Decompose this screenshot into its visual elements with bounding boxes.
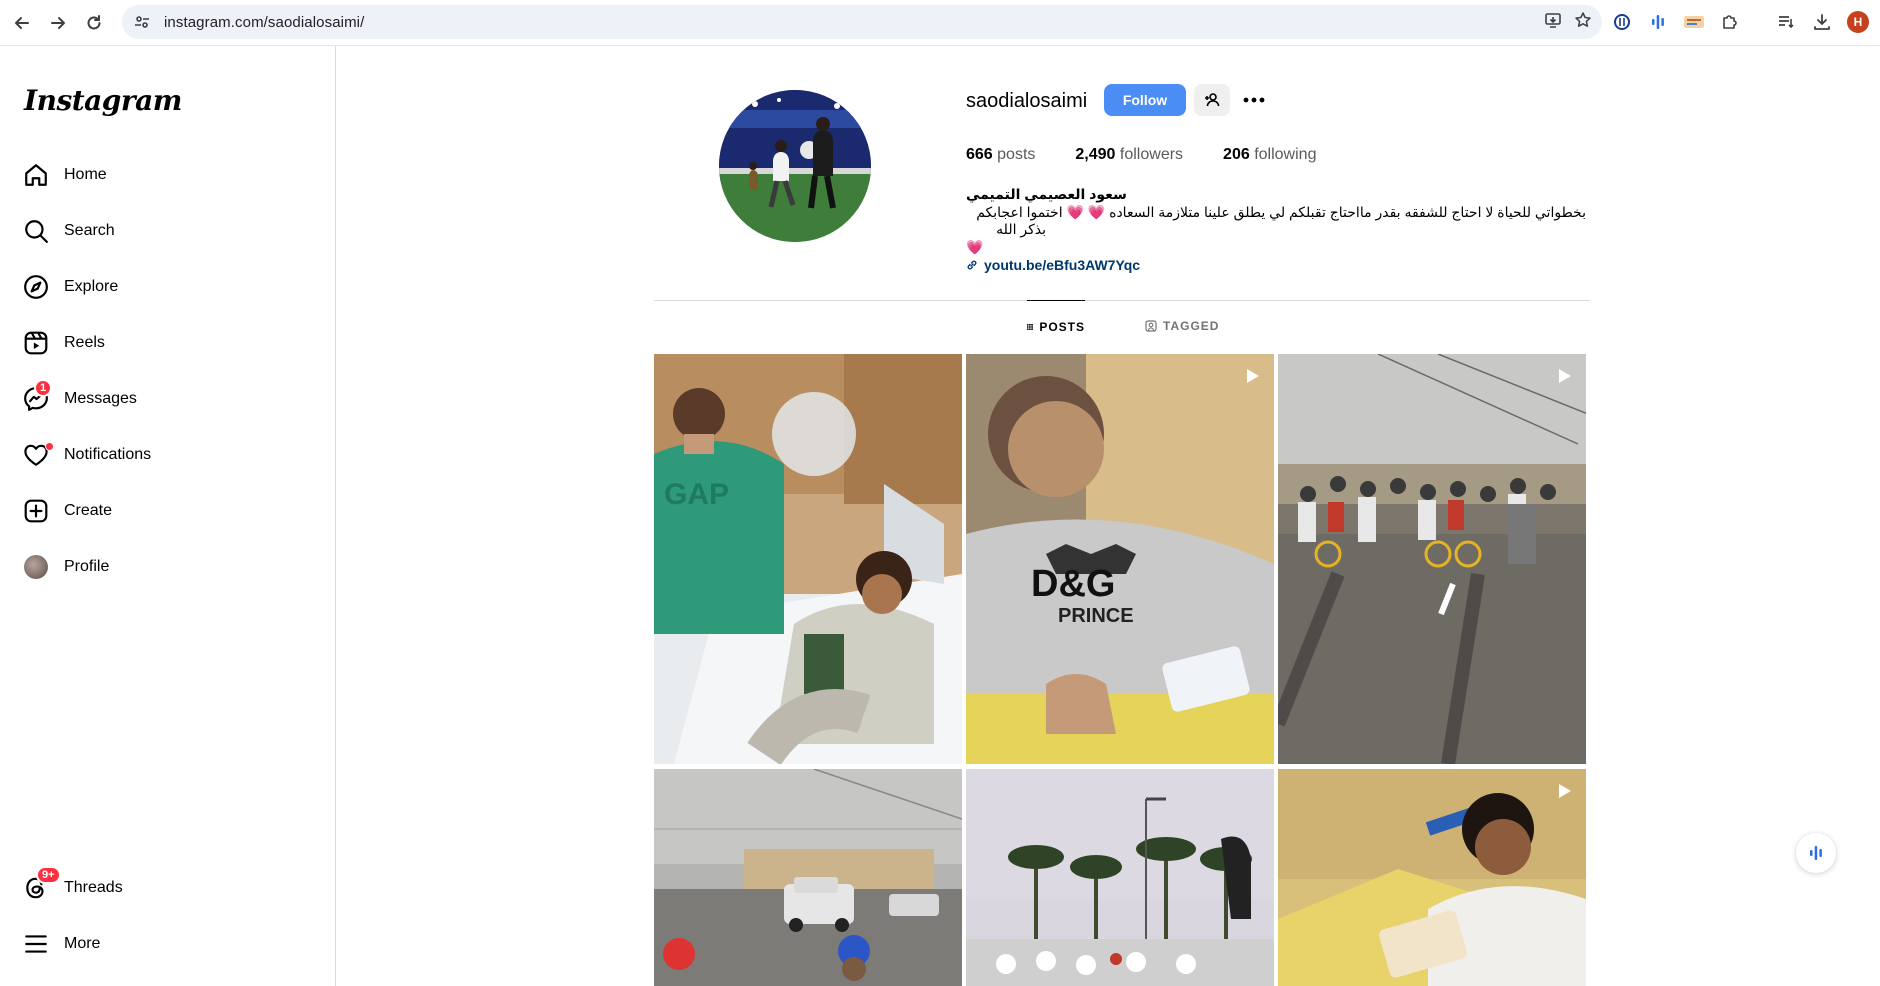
sidebar-item-label: Messages — [64, 390, 137, 407]
following-stat[interactable]: 206 following — [1223, 146, 1316, 164]
sidebar-item-label: Search — [64, 222, 115, 239]
grid-icon — [1027, 323, 1034, 330]
toolbar-divider — [1752, 8, 1764, 36]
tagged-icon — [1145, 320, 1157, 332]
messages-badge: 1 — [34, 379, 53, 397]
address-bar[interactable]: instagram.com/saodialosaimi/ — [122, 5, 1602, 39]
sidebar-item-threads[interactable]: 9+ Threads — [12, 864, 312, 912]
profile-bio-line: بخطواتي للحياة لا احتاج للشفقه بقدر مااح… — [976, 204, 1586, 220]
posts-stat: 666 posts — [966, 146, 1036, 163]
downloads-icon[interactable] — [1808, 8, 1836, 36]
sidebar-item-home[interactable]: Home — [12, 151, 312, 199]
profile-full-name: سعود العصيمي التميمي — [966, 186, 1127, 202]
reel-icon — [1554, 781, 1574, 806]
sound-bars-icon — [1810, 846, 1822, 860]
sidebar-item-label: More — [64, 935, 101, 952]
search-icon — [12, 207, 60, 255]
hamburger-menu-icon — [12, 920, 60, 968]
voice-extension-icon[interactable] — [1644, 8, 1672, 36]
profile-bio-line: بذكر الله — [996, 221, 1046, 237]
svg-text:GAP: GAP — [664, 478, 729, 511]
heart-icon — [12, 431, 60, 479]
post-thumbnail[interactable] — [1278, 354, 1586, 764]
messenger-icon: 1 — [12, 375, 60, 423]
sidebar: Instagram Home Search Explore Reels 1 Me… — [0, 46, 336, 986]
browser-toolbar: instagram.com/saodialosaimi/ H — [0, 0, 1880, 46]
profile-bio-line: 💗 — [966, 239, 984, 255]
profile-stats: 666 posts 2,490 followers 206 following — [966, 146, 1316, 164]
sidebar-item-profile[interactable]: Profile — [12, 543, 312, 591]
post-thumbnail[interactable]: D&G PRINCE — [966, 354, 1274, 764]
add-person-icon — [1205, 93, 1220, 107]
puzzle-extensions-icon[interactable] — [1716, 8, 1744, 36]
tab-posts[interactable]: POSTS — [1027, 300, 1085, 352]
profile-link[interactable]: youtu.be/eBfu3AW7Yqc — [966, 257, 1140, 273]
threads-badge: 9+ — [36, 866, 61, 884]
profile-username: saodialosaimi — [966, 90, 1088, 112]
profile-link-text[interactable]: youtu.be/eBfu3AW7Yqc — [984, 257, 1140, 273]
post-thumbnail[interactable] — [1278, 769, 1586, 986]
sidebar-item-label: Notifications — [64, 446, 152, 463]
reel-icon — [1242, 366, 1262, 391]
post-thumbnail[interactable]: GAP — [654, 354, 962, 764]
sidebar-item-more[interactable]: More — [12, 920, 312, 968]
reel-icon — [1554, 366, 1574, 391]
sidebar-item-search[interactable]: Search — [12, 207, 312, 255]
follow-button[interactable]: Follow — [1104, 84, 1186, 116]
back-icon[interactable] — [4, 5, 40, 41]
sidebar-item-explore[interactable]: Explore — [12, 263, 312, 311]
site-info-icon[interactable] — [132, 12, 152, 32]
forward-icon[interactable] — [40, 5, 76, 41]
sidebar-item-messages[interactable]: 1 Messages — [12, 375, 312, 423]
link-icon — [967, 260, 977, 270]
url-text[interactable]: instagram.com/saodialosaimi/ — [164, 14, 364, 31]
sidebar-item-label: Explore — [64, 278, 119, 295]
extensions-bar: H — [1608, 5, 1872, 39]
install-app-icon[interactable] — [1544, 11, 1562, 34]
instagram-logo[interactable]: Instagram — [24, 84, 182, 117]
sidebar-item-label: Profile — [64, 558, 110, 575]
threads-icon: 9+ — [12, 864, 61, 912]
profile-avatar-browser[interactable]: H — [1844, 8, 1872, 36]
reels-icon — [12, 319, 60, 367]
tabs-divider — [654, 300, 1590, 301]
profile-main: saodialosaimi Follow 666 posts 2,490 fol… — [337, 46, 1880, 986]
post-thumbnail[interactable] — [966, 769, 1274, 986]
sidebar-item-label: Home — [64, 166, 107, 183]
voice-assistant-button[interactable] — [1796, 833, 1836, 873]
bookmark-star-icon[interactable] — [1574, 11, 1592, 34]
profile-initial: H — [1847, 11, 1869, 33]
reading-list-icon[interactable] — [1772, 8, 1800, 36]
post-overlay-text: PRINCE — [1058, 605, 1134, 627]
tab-tagged[interactable]: TAGGED — [1145, 300, 1219, 352]
followers-stat[interactable]: 2,490 followers — [1075, 146, 1183, 164]
post-thumbnail[interactable] — [654, 769, 962, 986]
vpn-extension-icon[interactable] — [1608, 8, 1636, 36]
more-dots-icon — [1243, 97, 1265, 103]
profile-avatar[interactable] — [719, 90, 871, 242]
sidebar-item-reels[interactable]: Reels — [12, 319, 312, 367]
sidebar-item-label: Threads — [64, 879, 123, 896]
video-downloader-icon[interactable] — [1680, 8, 1708, 36]
post-overlay-text: D&G — [1031, 563, 1115, 605]
sidebar-item-label: Reels — [64, 334, 105, 351]
reload-icon[interactable] — [76, 5, 112, 41]
profile-avatar-small — [12, 543, 60, 591]
home-icon — [12, 151, 60, 199]
plus-square-icon — [12, 487, 60, 535]
compass-icon — [12, 263, 60, 311]
notification-dot — [45, 442, 54, 451]
sidebar-item-label: Create — [64, 502, 113, 519]
sidebar-item-create[interactable]: Create — [12, 487, 312, 535]
options-button[interactable] — [1237, 84, 1271, 116]
suggested-accounts-button[interactable] — [1194, 84, 1230, 116]
sidebar-item-notifications[interactable]: Notifications — [12, 431, 312, 479]
